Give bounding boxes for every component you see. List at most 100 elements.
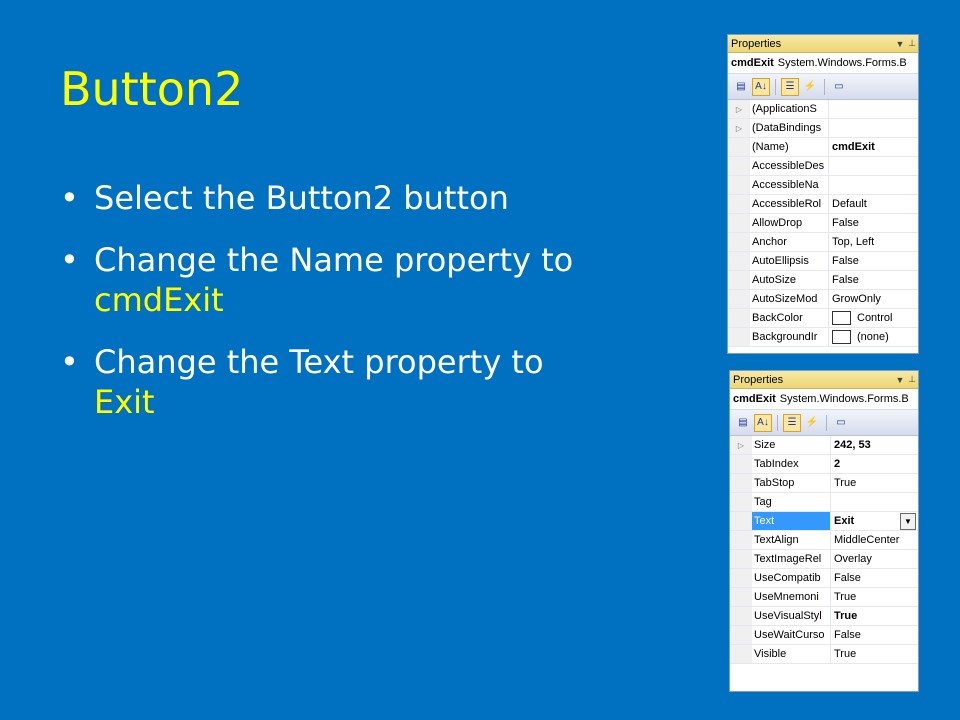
property-name[interactable]: UseMnemoni (752, 588, 831, 606)
property-name[interactable]: TextAlign (752, 531, 831, 549)
property-name[interactable]: (Name) (750, 138, 829, 156)
property-value[interactable] (829, 119, 918, 137)
property-value[interactable]: Default (829, 195, 918, 213)
property-value-text: False (834, 629, 861, 641)
property-name[interactable]: Tag (752, 493, 831, 511)
property-name[interactable]: UseWaitCurso (752, 626, 831, 644)
property-name[interactable]: (DataBindings (750, 119, 829, 137)
pin-icon[interactable]: ⊥ (906, 374, 918, 385)
property-value[interactable]: 242, 53 (831, 436, 918, 454)
categorized-icon[interactable]: ▤ (732, 78, 750, 96)
properties-icon[interactable]: ☰ (781, 77, 799, 96)
property-value[interactable]: (none) (829, 328, 918, 346)
property-value[interactable]: Overlay (831, 550, 918, 568)
property-name[interactable]: AccessibleRol (750, 195, 829, 213)
properties-icon[interactable]: ☰ (783, 413, 801, 432)
property-value[interactable]: Control (829, 309, 918, 327)
events-icon[interactable]: ⚡ (801, 78, 819, 96)
property-value[interactable]: True (831, 607, 918, 625)
property-name[interactable]: Visible (752, 645, 831, 663)
property-row[interactable]: ▷ (ApplicationS (728, 100, 918, 119)
property-row[interactable]: Anchor Top, Left (728, 233, 918, 252)
property-name[interactable]: (ApplicationS (750, 100, 829, 118)
dropdown-arrow-icon[interactable]: ▼ (900, 513, 916, 530)
property-name[interactable]: AutoEllipsis (750, 252, 829, 270)
property-row[interactable]: Visible True (730, 645, 918, 664)
row-gutter (728, 176, 750, 194)
chevron-down-icon[interactable]: ▼ (894, 375, 906, 385)
object-type: System.Windows.Forms.B (777, 57, 907, 69)
property-pages-icon[interactable]: ▭ (832, 414, 850, 432)
property-name[interactable]: TabStop (752, 474, 831, 492)
property-name[interactable]: Anchor (750, 233, 829, 251)
property-value[interactable]: True (831, 588, 918, 606)
property-name[interactable]: TabIndex (752, 455, 831, 473)
property-value[interactable]: False (831, 626, 918, 644)
expand-icon[interactable]: ▷ (728, 119, 750, 137)
property-row[interactable]: AccessibleRol Default (728, 195, 918, 214)
property-value[interactable] (829, 157, 918, 175)
property-row[interactable]: AutoSize False (728, 271, 918, 290)
object-selector[interactable]: cmdExit System.Windows.Forms.B (728, 53, 918, 74)
property-value[interactable]: False (829, 271, 918, 289)
property-value[interactable] (831, 493, 918, 511)
alphabetical-icon[interactable]: A↓ (752, 77, 770, 96)
property-row[interactable]: AutoSizeMod GrowOnly (728, 290, 918, 309)
property-value[interactable] (829, 176, 918, 194)
property-value[interactable]: MiddleCenter (831, 531, 918, 549)
expand-icon[interactable]: ▷ (728, 100, 750, 118)
property-value[interactable] (829, 100, 918, 118)
property-value[interactable]: Top, Left (829, 233, 918, 251)
events-icon[interactable]: ⚡ (803, 414, 821, 432)
property-name[interactable]: UseVisualStyl (752, 607, 831, 625)
property-value[interactable]: cmdExit (829, 138, 918, 156)
property-value[interactable]: GrowOnly (829, 290, 918, 308)
property-name[interactable]: UseCompatib (752, 569, 831, 587)
property-name[interactable]: Size (752, 436, 831, 454)
property-name[interactable]: TextImageRel (752, 550, 831, 568)
property-name[interactable]: BackgroundIr (750, 328, 829, 346)
property-name[interactable]: AutoSize (750, 271, 829, 289)
property-name[interactable]: AccessibleDes (750, 157, 829, 175)
pin-icon[interactable]: ⊥ (906, 38, 918, 49)
property-row[interactable]: ▷ (DataBindings (728, 119, 918, 138)
property-value-text: True (834, 477, 857, 489)
property-row[interactable]: BackColor Control (728, 309, 918, 328)
property-row[interactable]: UseVisualStyl True (730, 607, 918, 626)
property-value[interactable]: 2 (831, 455, 918, 473)
property-name[interactable]: AccessibleNa (750, 176, 829, 194)
property-row[interactable]: UseWaitCurso False (730, 626, 918, 645)
chevron-down-icon[interactable]: ▼ (894, 39, 906, 49)
property-value[interactable]: False (829, 214, 918, 232)
property-name[interactable]: BackColor (750, 309, 829, 327)
property-row[interactable]: Tag (730, 493, 918, 512)
property-row[interactable]: TabStop True (730, 474, 918, 493)
property-value[interactable]: False (829, 252, 918, 270)
property-row[interactable]: (Name) cmdExit (728, 138, 918, 157)
property-pages-icon[interactable]: ▭ (830, 78, 848, 96)
property-value[interactable]: True (831, 645, 918, 663)
property-value-text: Default (832, 198, 867, 210)
categorized-icon[interactable]: ▤ (734, 414, 752, 432)
property-row[interactable]: AccessibleDes (728, 157, 918, 176)
property-row[interactable]: AccessibleNa (728, 176, 918, 195)
property-value[interactable]: False (831, 569, 918, 587)
object-selector[interactable]: cmdExit System.Windows.Forms.B (730, 389, 918, 410)
property-row[interactable]: Text Exit ▼ (730, 512, 918, 531)
property-row[interactable]: TextImageRel Overlay (730, 550, 918, 569)
property-row[interactable]: TabIndex 2 (730, 455, 918, 474)
property-row[interactable]: BackgroundIr (none) (728, 328, 918, 347)
alphabetical-icon[interactable]: A↓ (754, 413, 772, 432)
property-row[interactable]: UseMnemoni True (730, 588, 918, 607)
property-value[interactable]: True (831, 474, 918, 492)
property-row[interactable]: TextAlign MiddleCenter (730, 531, 918, 550)
property-value[interactable]: Exit ▼ (831, 512, 918, 530)
property-name[interactable]: AllowDrop (750, 214, 829, 232)
property-row[interactable]: AutoEllipsis False (728, 252, 918, 271)
property-row[interactable]: AllowDrop False (728, 214, 918, 233)
property-name[interactable]: AutoSizeMod (750, 290, 829, 308)
property-name[interactable]: Text (752, 512, 831, 530)
property-row[interactable]: ▷ Size 242, 53 (730, 436, 918, 455)
expand-icon[interactable]: ▷ (730, 436, 752, 454)
property-row[interactable]: UseCompatib False (730, 569, 918, 588)
